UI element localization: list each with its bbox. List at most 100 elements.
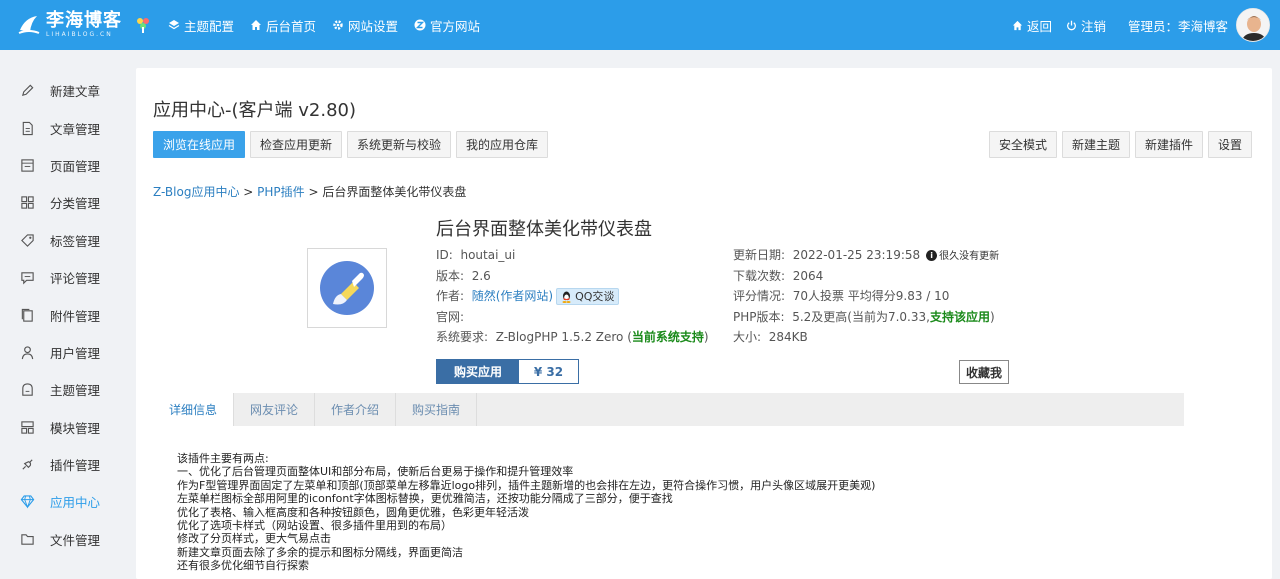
app-version: 版本: 2.6 <box>436 268 491 283</box>
breadcrumb-category[interactable]: PHP插件 <box>257 185 305 199</box>
my-app-repo-button[interactable]: 我的应用仓库 <box>456 131 549 158</box>
palette-icon <box>168 20 180 30</box>
logo-text: 李海博客 <box>46 10 122 31</box>
description-line: 新建文章页面去除了多余的提示和图标分隔线，界面更简洁 <box>177 545 463 559</box>
user-icon <box>21 346 34 360</box>
sidebar-item-categories[interactable]: 分类管理 <box>0 184 125 221</box>
tag-icon <box>21 234 34 247</box>
page-title: 应用中心-(客户端 v2.80) <box>153 100 356 121</box>
nav-site-settings[interactable]: 网站设置 <box>332 16 398 35</box>
author-link[interactable]: 随然(作者网站) <box>472 289 553 303</box>
module-icon <box>21 421 34 434</box>
safe-mode-button[interactable]: 安全模式 <box>988 131 1057 158</box>
sidebar: 新建文章 文章管理 页面管理 分类管理 标签管理 评论管理 附件管理 用户管理 … <box>0 50 125 579</box>
folder-icon <box>21 534 34 545</box>
sidebar-item-app-center[interactable]: 应用中心 <box>0 483 125 520</box>
nav-official-site[interactable]: 官方网站 <box>414 16 480 35</box>
top-nav: 主题配置 后台首页 网站设置 官方网站 <box>168 16 496 35</box>
description-line: 修改了分页样式，更大气易点击 <box>177 532 331 546</box>
attachment-icon <box>21 308 33 322</box>
comment-icon <box>21 272 34 285</box>
plugin-icon <box>22 459 33 470</box>
app-author: 作者: 随然(作者网站) QQ交谈 <box>436 286 726 307</box>
toolbar-left: 浏览在线应用 检查应用更新 系统更新与校验 我的应用仓库 <box>153 131 553 158</box>
top-bar: 李海博客 LIHAIBLOG.CN 主题配置 后台首页 网站设置 官方网站 返回 <box>0 0 1280 50</box>
sidebar-item-modules[interactable]: 模块管理 <box>0 409 125 446</box>
document-icon <box>22 121 33 135</box>
buy-app-button[interactable]: 购买应用 <box>437 360 519 383</box>
favorite-button[interactable]: 收藏我 <box>959 360 1010 384</box>
description-line: 作为F型管理界面固定了左菜单和顶部(顶部菜单左移靠近logo排列，插件主题新增的… <box>177 478 876 492</box>
check-updates-button[interactable]: 检查应用更新 <box>250 131 343 158</box>
description-line: 左菜单栏图标全部用阿里的iconfont字体图标替换，更优雅简洁，还按功能分隔成… <box>177 492 673 506</box>
power-icon <box>1066 20 1076 30</box>
tab-author[interactable]: 作者介绍 <box>315 393 397 426</box>
new-plugin-button[interactable]: 新建插件 <box>1134 131 1203 158</box>
app-info-right: 更新日期: 2022-01-25 23:19:58 i 很久没有更新 下载次数: 2… <box>733 245 1033 348</box>
app-image <box>307 248 387 328</box>
description-line: 还有很多优化细节自行探索 <box>177 559 309 573</box>
app-info-left: ID: houtai_ui 版本: 2.6 作者: 随然(作者网站) QQ交谈 官… <box>436 245 726 348</box>
sidebar-item-users[interactable]: 用户管理 <box>0 334 125 371</box>
paint-brush-icon <box>320 261 374 315</box>
breadcrumb-current: 后台界面整体美化带仪表盘 <box>322 185 467 199</box>
avatar[interactable] <box>1236 8 1270 42</box>
sidebar-item-plugins[interactable]: 插件管理 <box>0 446 125 483</box>
system-update-button[interactable]: 系统更新与校验 <box>347 131 452 158</box>
user-avatar-icon <box>1237 9 1269 41</box>
app-php-version: PHP版本: 5.2及更高(当前为7.0.33,支持该应用) <box>733 309 995 324</box>
page-icon <box>21 159 34 172</box>
app-downloads: 下载次数: 2064 <box>733 268 824 283</box>
app-description: 该插件主要有两点: 一、优化了后台管理页面整体UI和部分布局，使新后台更易于操作… <box>177 452 875 573</box>
sidebar-item-posts[interactable]: 文章管理 <box>0 109 125 146</box>
app-price: ¥ 32 <box>519 360 578 383</box>
settings-button[interactable]: 设置 <box>1207 131 1252 158</box>
sidebar-item-attachments[interactable]: 附件管理 <box>0 296 125 333</box>
description-line: 优化了表格、输入框高度和各种按钮颜色，圆角更优雅，色彩更年轻活泼 <box>177 505 529 519</box>
home-icon <box>251 20 262 30</box>
back-link[interactable]: 返回 <box>1012 16 1052 35</box>
tab-comments[interactable]: 网友评论 <box>234 393 316 426</box>
breadcrumb-root[interactable]: Z-Blog应用中心 <box>153 185 239 199</box>
home-icon <box>1012 20 1023 30</box>
app-update-date: 更新日期: 2022-01-25 23:19:58 i 很久没有更新 <box>733 248 1000 262</box>
logo[interactable]: 李海博客 LIHAIBLOG.CN <box>0 12 130 38</box>
description-line: 一、优化了后台管理页面整体UI和部分布局，使新后台更易于操作和提升管理效率 <box>177 465 574 479</box>
admin-label: 管理员：李海博客 <box>1127 18 1228 34</box>
sidebar-item-pages[interactable]: 页面管理 <box>0 147 125 184</box>
diamond-icon <box>20 495 35 509</box>
breadcrumb: Z-Blog应用中心 > PHP插件 > 后台界面整体美化带仪表盘 <box>153 185 467 199</box>
logo-subtext: LIHAIBLOG.CN <box>46 31 113 38</box>
sidebar-item-files[interactable]: 文件管理 <box>0 521 125 558</box>
app-id: ID: houtai_ui <box>436 248 516 262</box>
sidebar-item-tags[interactable]: 标签管理 <box>0 222 125 259</box>
pencil-icon <box>21 84 34 97</box>
new-theme-button[interactable]: 新建主题 <box>1061 131 1130 158</box>
nav-theme-config[interactable]: 主题配置 <box>168 16 234 35</box>
app-website: 官网: <box>436 309 465 324</box>
qq-chat-button[interactable]: QQ交谈 <box>556 288 620 305</box>
theme-icon <box>22 383 33 396</box>
tab-details[interactable]: 详细信息 <box>153 393 235 426</box>
detail-tabs: 详细信息 网友评论 作者介绍 购买指南 <box>153 393 1184 426</box>
gear-icon <box>333 20 343 30</box>
description-line: 该插件主要有两点: <box>177 452 269 465</box>
app-requirements: 系统要求: Z-BlogPHP 1.5.2 Zero (当前系统支持) <box>436 330 709 344</box>
browse-online-apps-button[interactable]: 浏览在线应用 <box>153 131 246 158</box>
sidebar-item-themes[interactable]: 主题管理 <box>0 371 125 408</box>
app-size: 大小: 284KB <box>733 330 808 344</box>
logout-link[interactable]: 注销 <box>1066 16 1106 35</box>
toolbar-right: 安全模式 新建主题 新建插件 设置 <box>984 131 1252 158</box>
description-line: 优化了选项卡样式（网站设置、很多插件里用到的布局） <box>177 519 452 533</box>
theme-spark-icon[interactable] <box>136 17 150 33</box>
grid-icon <box>21 196 34 210</box>
sidebar-item-comments[interactable]: 评论管理 <box>0 259 125 296</box>
nav-admin-home[interactable]: 后台首页 <box>250 16 316 35</box>
tab-buy-guide[interactable]: 购买指南 <box>396 393 478 426</box>
zblog-icon <box>414 19 426 31</box>
sidebar-item-new-post[interactable]: 新建文章 <box>0 72 125 109</box>
app-rating: 评分情况: 70人投票 平均得分9.83 / 10 <box>733 289 950 303</box>
main-panel: 应用中心-(客户端 v2.80) 浏览在线应用 检查应用更新 系统更新与校验 我… <box>136 68 1272 579</box>
qq-penguin-icon <box>562 291 571 303</box>
info-icon: i <box>926 250 938 261</box>
